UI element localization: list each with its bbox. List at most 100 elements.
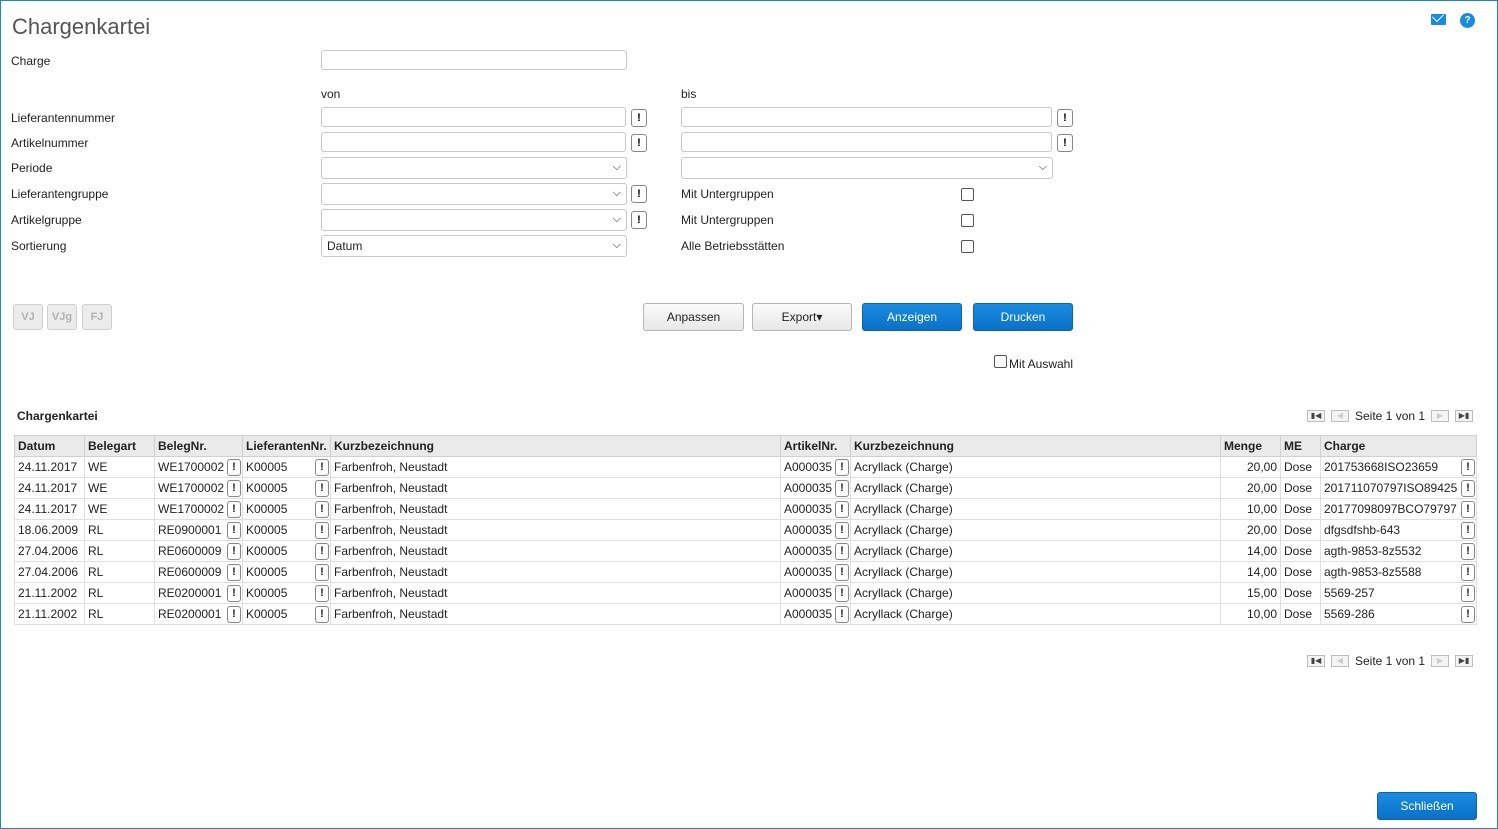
artikelgruppe-select[interactable]: ⌵ xyxy=(321,209,627,231)
row-lookup-button[interactable]: ! xyxy=(1461,522,1475,539)
mit-untergruppen-2-checkbox[interactable] xyxy=(961,214,974,227)
sortierung-select[interactable]: Datum ⌵ xyxy=(321,235,627,257)
lieferantennummer-von-input[interactable] xyxy=(321,107,626,127)
row-lookup-button[interactable]: ! xyxy=(1461,459,1475,476)
column-header[interactable]: Menge xyxy=(1220,435,1281,457)
cell-text: RE0900001 xyxy=(158,523,222,537)
row-lookup-button[interactable]: ! xyxy=(315,585,329,602)
row-lookup-button[interactable]: ! xyxy=(315,543,329,560)
fj-button[interactable]: FJ xyxy=(82,304,112,330)
row-lookup-button[interactable]: ! xyxy=(1461,564,1475,581)
artikelnummer-bis-lookup-button[interactable]: ! xyxy=(1057,134,1073,152)
lieferantennummer-bis-input[interactable] xyxy=(681,107,1052,127)
table-cell: 27.04.2006 xyxy=(14,540,85,562)
row-lookup-button[interactable]: ! xyxy=(835,585,849,602)
row-lookup-button[interactable]: ! xyxy=(835,480,849,497)
prev-page-button[interactable]: ◀ xyxy=(1331,410,1349,422)
cell-text: 10,00 xyxy=(1246,502,1277,516)
table-cell: RE0200001! xyxy=(154,582,243,604)
row-lookup-button[interactable]: ! xyxy=(227,522,241,539)
export-button[interactable]: Export▾ xyxy=(752,303,852,331)
column-header[interactable]: BelegNr. xyxy=(154,435,243,457)
column-header[interactable]: LieferantenNr. xyxy=(242,435,331,457)
row-lookup-button[interactable]: ! xyxy=(315,459,329,476)
artikelnummer-von-input[interactable] xyxy=(321,132,626,152)
row-lookup-button[interactable]: ! xyxy=(227,564,241,581)
vjg-button[interactable]: VJg xyxy=(47,304,77,330)
table-row[interactable]: 27.04.2006 RL RE0600009! K00005! Farbenfroh,… xyxy=(14,561,1477,583)
column-header[interactable]: ME xyxy=(1280,435,1321,457)
lieferantengruppe-lookup-button[interactable]: ! xyxy=(631,185,647,203)
table-row[interactable]: 24.11.2017 WE WE1700002! K00005! Farbenfroh,… xyxy=(14,498,1477,520)
next-page-button-bottom[interactable]: ▶ xyxy=(1431,655,1449,667)
row-lookup-button[interactable]: ! xyxy=(227,501,241,518)
row-lookup-button[interactable]: ! xyxy=(835,522,849,539)
drucken-button[interactable]: Drucken xyxy=(973,303,1073,331)
table-row[interactable]: 24.11.2017 WE WE1700002! K00005! Farbenfroh,… xyxy=(14,456,1477,478)
periode-bis-select[interactable]: ⌵ xyxy=(681,157,1053,179)
row-lookup-button[interactable]: ! xyxy=(835,501,849,518)
table-row[interactable]: 21.11.2002 RL RE0200001! K00005! Farbenfroh,… xyxy=(14,603,1477,625)
table-row[interactable]: 21.11.2002 RL RE0200001! K00005! Farbenfroh,… xyxy=(14,582,1477,604)
artikelnummer-bis-input[interactable] xyxy=(681,132,1052,152)
row-lookup-button[interactable]: ! xyxy=(1461,543,1475,560)
row-lookup-button[interactable]: ! xyxy=(315,501,329,518)
von-label: von xyxy=(321,87,341,101)
anpassen-button[interactable]: Anpassen xyxy=(643,303,744,331)
mit-auswahl-checkbox[interactable] xyxy=(994,355,1007,368)
charge-input[interactable] xyxy=(321,50,627,70)
row-lookup-button[interactable]: ! xyxy=(315,522,329,539)
cell-text: A000035 xyxy=(784,523,833,537)
schliessen-button[interactable]: Schließen xyxy=(1377,792,1477,820)
row-lookup-button[interactable]: ! xyxy=(227,585,241,602)
row-lookup-button[interactable]: ! xyxy=(1461,501,1475,518)
column-header[interactable]: Kurzbezeichnung xyxy=(330,435,781,457)
row-lookup-button[interactable]: ! xyxy=(1461,606,1475,623)
column-header[interactable]: Kurzbezeichnung xyxy=(850,435,1221,457)
row-lookup-button[interactable]: ! xyxy=(835,606,849,623)
mail-icon[interactable] xyxy=(1431,14,1446,25)
row-lookup-button[interactable]: ! xyxy=(227,606,241,623)
cell-text: Acryllack (Charge) xyxy=(854,607,953,621)
prev-page-button-bottom[interactable]: ◀ xyxy=(1331,655,1349,667)
table-cell: 21.11.2002 xyxy=(14,603,85,625)
lieferantennummer-von-lookup-button[interactable]: ! xyxy=(631,109,647,127)
row-lookup-button[interactable]: ! xyxy=(315,564,329,581)
lieferantennummer-bis-lookup-button[interactable]: ! xyxy=(1057,109,1073,127)
alle-betriebsstaetten-checkbox[interactable] xyxy=(961,240,974,253)
help-icon[interactable]: ? xyxy=(1460,13,1475,28)
anzeigen-button[interactable]: Anzeigen xyxy=(862,303,962,331)
column-header[interactable]: ArtikelNr. xyxy=(780,435,851,457)
row-lookup-button[interactable]: ! xyxy=(1461,480,1475,497)
row-lookup-button[interactable]: ! xyxy=(227,480,241,497)
row-lookup-button[interactable]: ! xyxy=(227,459,241,476)
table-row[interactable]: 18.06.2009 RL RE0900001! K00005! Farbenfroh,… xyxy=(14,519,1477,541)
next-page-button[interactable]: ▶ xyxy=(1431,410,1449,422)
periode-von-select[interactable]: ⌵ xyxy=(321,157,627,179)
row-lookup-button[interactable]: ! xyxy=(227,543,241,560)
table-row[interactable]: 27.04.2006 RL RE0600009! K00005! Farbenfroh,… xyxy=(14,540,1477,562)
mit-untergruppen-1-checkbox[interactable] xyxy=(961,188,974,201)
row-lookup-button[interactable]: ! xyxy=(1461,585,1475,602)
last-page-button-bottom[interactable]: ▶▮ xyxy=(1455,655,1473,667)
row-lookup-button[interactable]: ! xyxy=(835,459,849,476)
row-lookup-button[interactable]: ! xyxy=(835,564,849,581)
first-page-button[interactable]: ▮◀ xyxy=(1307,410,1325,422)
cell-text: RE0600009 xyxy=(158,544,222,558)
row-lookup-button[interactable]: ! xyxy=(315,606,329,623)
last-page-button[interactable]: ▶▮ xyxy=(1455,410,1473,422)
row-lookup-button[interactable]: ! xyxy=(315,480,329,497)
artikelnummer-von-lookup-button[interactable]: ! xyxy=(631,134,647,152)
cell-text: Dose xyxy=(1284,544,1313,558)
column-header[interactable]: Belegart xyxy=(84,435,155,457)
lieferantengruppe-select[interactable]: ⌵ xyxy=(321,183,627,205)
table-header-row: Datum Belegart BelegNr. LieferantenNr. Kurzb… xyxy=(14,435,1477,457)
artikelgruppe-lookup-button[interactable]: ! xyxy=(631,211,647,229)
vj-button[interactable]: VJ xyxy=(13,304,43,330)
table-cell: Acryllack (Charge) xyxy=(850,603,1221,625)
column-header[interactable]: Datum xyxy=(14,435,85,457)
column-header[interactable]: Charge xyxy=(1320,435,1477,457)
row-lookup-button[interactable]: ! xyxy=(835,543,849,560)
first-page-button-bottom[interactable]: ▮◀ xyxy=(1307,655,1325,667)
table-row[interactable]: 24.11.2017 WE WE1700002! K00005! Farbenfroh,… xyxy=(14,477,1477,499)
